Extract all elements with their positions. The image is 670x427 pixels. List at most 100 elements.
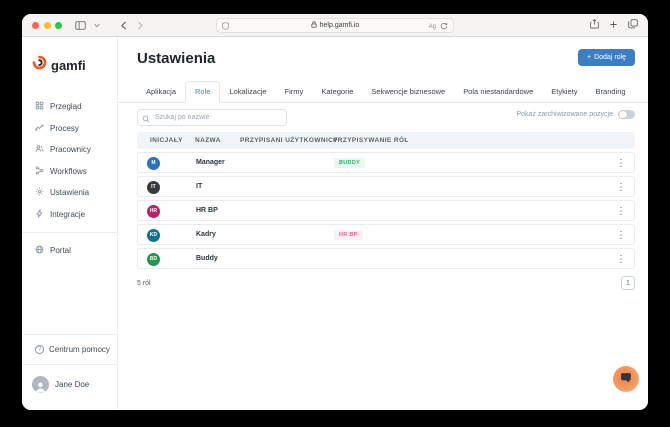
- kebab-menu-button[interactable]: ⋮: [612, 179, 630, 196]
- browser-actions-group: [590, 16, 638, 34]
- table-row: HR HR BP ⋮: [137, 200, 635, 221]
- sidebar-item-label: Ustawienia: [50, 188, 90, 198]
- search-input[interactable]: [137, 109, 287, 126]
- archived-toggle-group: Pokaż zarchiwizowane pozycje: [516, 109, 635, 120]
- dashboard-icon: [35, 101, 44, 112]
- settings-gear-icon: [35, 187, 44, 198]
- sidebar-item-workflows[interactable]: Workflows: [22, 161, 117, 183]
- tab-sekwencje-biznesowe[interactable]: Sekwencje biznesowe: [362, 82, 454, 102]
- column-przypisywanie-rol: PRZYPISYWANIE RÓL: [333, 137, 409, 144]
- tab-pola-niestandardowe[interactable]: Pola niestandardowe: [454, 82, 542, 102]
- kebab-menu-button[interactable]: ⋮: [612, 227, 630, 244]
- role-name: Buddy: [196, 255, 218, 262]
- lock-icon: [310, 21, 317, 30]
- tab-lokalizacje[interactable]: Lokalizacje: [220, 82, 275, 102]
- user-avatar: [32, 376, 49, 393]
- chat-bubble-icon: [620, 371, 633, 387]
- plus-icon: +: [586, 54, 592, 61]
- kebab-menu-button[interactable]: ⋮: [612, 251, 630, 268]
- role-name: Manager: [196, 159, 225, 166]
- role-tag: HR BP: [334, 230, 363, 240]
- sidebar-item-ustawienia[interactable]: Ustawienia: [22, 182, 117, 204]
- table-row: BD Buddy ⋮: [137, 248, 635, 269]
- main-content: Ustawienia + Dodaj rolę Aplikacja Role L…: [118, 37, 648, 410]
- chevron-down-icon[interactable]: [94, 23, 100, 28]
- gamfi-logo-icon: [32, 55, 47, 75]
- avatar: BD: [147, 252, 160, 266]
- workflows-icon: [35, 166, 44, 177]
- tab-aplikacja[interactable]: Aplikacja: [137, 82, 185, 102]
- column-inicjaly: INICJAŁY: [150, 137, 183, 144]
- portal-globe-icon: [35, 245, 44, 256]
- add-role-label: Dodaj rolę: [594, 54, 626, 61]
- reload-icon[interactable]: [440, 22, 448, 32]
- pagination-page-1-button[interactable]: 1: [621, 276, 635, 290]
- chat-widget-button[interactable]: [613, 366, 639, 392]
- integrations-icon: [35, 209, 44, 220]
- privacy-shield-icon[interactable]: [222, 22, 229, 32]
- table-footer: 5 ról 1: [137, 276, 635, 290]
- tab-branding[interactable]: Branding: [587, 82, 635, 102]
- minimize-window-button[interactable]: [43, 21, 51, 29]
- back-button[interactable]: [120, 21, 128, 30]
- role-name: Kadry: [196, 231, 216, 238]
- help-label: Centrum pomocy: [49, 345, 110, 354]
- tab-role[interactable]: Role: [185, 81, 221, 103]
- role-tag: BUDDY: [334, 158, 366, 168]
- table-row: KD Kadry HR BP ⋮: [137, 224, 635, 245]
- traffic-lights: [32, 21, 62, 29]
- employees-icon: [35, 144, 44, 155]
- archived-toggle-label: Pokaż zarchiwizowane pozycje: [516, 111, 614, 118]
- tab-firmy[interactable]: Firmy: [276, 82, 313, 102]
- settings-tab-bar: Aplikacja Role Lokalizacje Firmy Kategor…: [118, 81, 648, 103]
- sidebar-item-label: Workflows: [50, 166, 87, 176]
- user-name: Jane Doe: [55, 380, 90, 389]
- role-name: IT: [196, 183, 203, 190]
- table-row: M Manager BUDDY ⋮: [137, 152, 635, 173]
- add-role-button[interactable]: + Dodaj rolę: [577, 49, 635, 66]
- sidebar-nav: Przegląd Procesy Pracownicy Workflows Us…: [22, 96, 117, 262]
- sidebar-item-procesy[interactable]: Procesy: [22, 118, 117, 140]
- sidebar-item-label: Portal: [50, 246, 71, 256]
- avatar: IT: [147, 180, 160, 194]
- translate-icon[interactable]: Ag: [429, 24, 436, 30]
- help-icon: ?: [35, 345, 44, 354]
- sidebar-item-label: Integracje: [50, 209, 86, 219]
- sidebar-item-label: Pracownicy: [50, 145, 91, 155]
- forward-button[interactable]: [136, 21, 144, 30]
- row-count: 5 ról: [137, 279, 151, 287]
- share-icon[interactable]: [590, 16, 599, 34]
- url-text: help.gamfi.io: [319, 22, 360, 29]
- kebab-menu-button[interactable]: ⋮: [612, 203, 630, 220]
- search-icon: [142, 110, 150, 128]
- tab-etykiety[interactable]: Etykiety: [542, 82, 586, 102]
- address-bar[interactable]: help.gamfi.io Ag: [216, 18, 454, 33]
- column-nazwa: NAZWA: [195, 137, 221, 144]
- sidebar-item-label: Procesy: [50, 123, 79, 133]
- search-box: [137, 106, 287, 126]
- close-window-button[interactable]: [32, 21, 39, 29]
- processes-icon: [35, 123, 44, 134]
- avatar: M: [147, 156, 160, 170]
- zoom-window-button[interactable]: [55, 21, 62, 29]
- sidebar-item-portal[interactable]: Portal: [22, 240, 117, 262]
- user-menu[interactable]: Jane Doe: [22, 364, 117, 410]
- tab-kategorie[interactable]: Kategorie: [312, 82, 362, 102]
- role-name: HR BP: [196, 207, 218, 214]
- browser-nav-group: [75, 20, 144, 30]
- sidebar-item-integracje[interactable]: Integracje: [22, 204, 117, 226]
- new-tab-icon[interactable]: [609, 16, 618, 34]
- browser-window: help.gamfi.io Ag gamfi Przegląd Procesy …: [22, 14, 648, 410]
- archived-toggle[interactable]: [618, 109, 635, 120]
- sidebar-item-pracownicy[interactable]: Pracownicy: [22, 139, 117, 161]
- sidebar-item-przeglad[interactable]: Przegląd: [22, 96, 117, 118]
- logo[interactable]: gamfi: [22, 55, 117, 75]
- toggle-knob: [619, 110, 627, 119]
- app-sidebar: gamfi Przegląd Procesy Pracownicy Workfl…: [22, 37, 118, 410]
- column-przypisani-uzytkownicy: PRZYPISANI UŻYTKOWNICY: [240, 137, 338, 144]
- kebab-menu-button[interactable]: ⋮: [612, 155, 630, 172]
- sidebar-item-help[interactable]: ? Centrum pomocy: [22, 334, 117, 364]
- sidebar-toggle-icon[interactable]: [75, 20, 86, 30]
- tab-overview-icon[interactable]: [628, 16, 638, 34]
- avatar: HR: [147, 204, 160, 218]
